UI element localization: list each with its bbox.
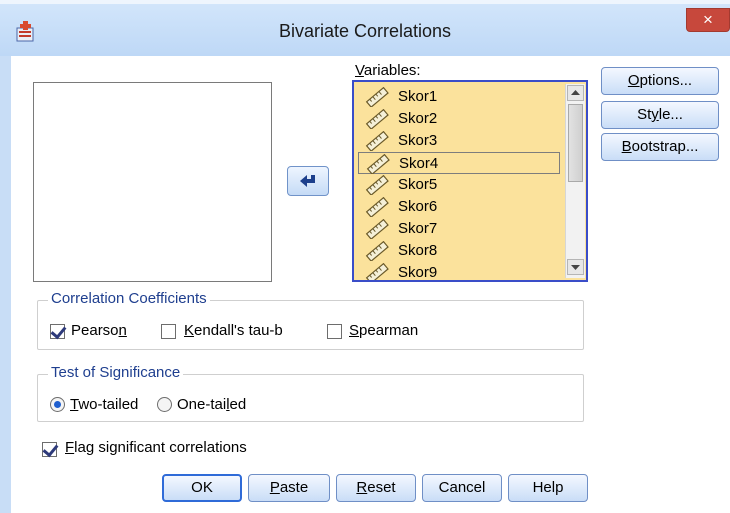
variable-item[interactable]: Skor6 bbox=[358, 196, 560, 218]
kendall-label: Kendall's tau-b bbox=[184, 322, 283, 339]
variable-item[interactable]: Skor1 bbox=[358, 86, 560, 108]
variables-scrollbar[interactable] bbox=[565, 84, 585, 278]
chevron-up-icon bbox=[571, 90, 580, 95]
options-button[interactable]: Options... bbox=[601, 67, 719, 95]
title-bar-edge bbox=[0, 0, 730, 4]
ruler-scale-icon bbox=[366, 154, 390, 174]
pearson-label: Pearson bbox=[71, 322, 127, 339]
source-variable-list[interactable] bbox=[33, 82, 272, 282]
variable-item-label: Skor1 bbox=[398, 88, 438, 105]
variable-item-label: Skor8 bbox=[398, 242, 438, 259]
variable-item-label: Skor5 bbox=[398, 176, 438, 193]
ruler-scale-icon bbox=[365, 219, 389, 239]
bootstrap-button[interactable]: Bootstrap... bbox=[601, 133, 719, 161]
variable-item-label: Skor2 bbox=[398, 110, 438, 127]
variables-label: Variables: bbox=[355, 62, 421, 79]
paste-button[interactable]: Paste bbox=[248, 474, 330, 502]
title-bar: Bivariate Correlations × bbox=[0, 0, 730, 56]
kendall-checkbox[interactable] bbox=[161, 324, 176, 339]
arrow-left-icon bbox=[300, 175, 315, 187]
variable-item[interactable]: Skor4 bbox=[358, 152, 560, 174]
ruler-scale-icon bbox=[365, 175, 389, 195]
window-title: Bivariate Correlations bbox=[278, 21, 452, 41]
variable-item[interactable]: Skor5 bbox=[358, 174, 560, 196]
ruler-scale-icon bbox=[365, 263, 389, 280]
scroll-up-button[interactable] bbox=[567, 85, 584, 101]
window-frame-left bbox=[0, 56, 11, 513]
spearman-label: Spearman bbox=[349, 322, 419, 339]
style-button[interactable]: Style... bbox=[601, 101, 719, 129]
ruler-scale-icon bbox=[365, 197, 389, 217]
flag-significant-checkbox[interactable] bbox=[42, 442, 57, 457]
ruler-scale-icon bbox=[365, 241, 389, 261]
scroll-down-button[interactable] bbox=[567, 259, 584, 275]
ruler-scale-icon bbox=[365, 87, 389, 107]
help-button[interactable]: Help bbox=[508, 474, 588, 502]
flag-significant-label: Flag significant correlations bbox=[65, 439, 247, 456]
ruler-scale-icon bbox=[365, 109, 389, 129]
reset-button[interactable]: Reset bbox=[336, 474, 416, 502]
variable-item[interactable]: Skor9 bbox=[358, 262, 560, 281]
variable-item-label: Skor7 bbox=[398, 220, 438, 237]
correlation-coefficients-legend: Correlation Coefficients bbox=[48, 290, 210, 307]
close-button[interactable]: × bbox=[686, 8, 730, 32]
variable-item-label: Skor4 bbox=[399, 155, 439, 172]
variables-list[interactable]: Skor1 Skor2 Skor3 Skor4 Skor5 Skor6 Skor7 Skor8… bbox=[352, 80, 588, 282]
variable-item[interactable]: Skor7 bbox=[358, 218, 560, 240]
test-of-significance-legend: Test of Significance bbox=[48, 364, 184, 381]
ruler-scale-icon bbox=[365, 131, 389, 151]
pearson-checkbox[interactable] bbox=[50, 324, 65, 339]
variable-item[interactable]: Skor2 bbox=[358, 108, 560, 130]
spearman-checkbox[interactable] bbox=[327, 324, 342, 339]
two-tailed-label: Two-tailed bbox=[70, 396, 139, 413]
variable-item[interactable]: Skor3 bbox=[358, 130, 560, 152]
variable-item-label: Skor3 bbox=[398, 132, 438, 149]
two-tailed-radio[interactable] bbox=[50, 397, 65, 412]
ok-button[interactable]: OK bbox=[162, 474, 242, 502]
scroll-thumb[interactable] bbox=[568, 104, 583, 182]
variable-item-label: Skor9 bbox=[398, 264, 438, 281]
chevron-down-icon bbox=[571, 265, 580, 270]
move-variable-button[interactable] bbox=[287, 166, 329, 196]
one-tailed-label: One-tailed bbox=[177, 396, 247, 413]
one-tailed-radio[interactable] bbox=[157, 397, 172, 412]
variable-item[interactable]: Skor8 bbox=[358, 240, 560, 262]
variable-item-label: Skor6 bbox=[398, 198, 438, 215]
cancel-button[interactable]: Cancel bbox=[422, 474, 502, 502]
